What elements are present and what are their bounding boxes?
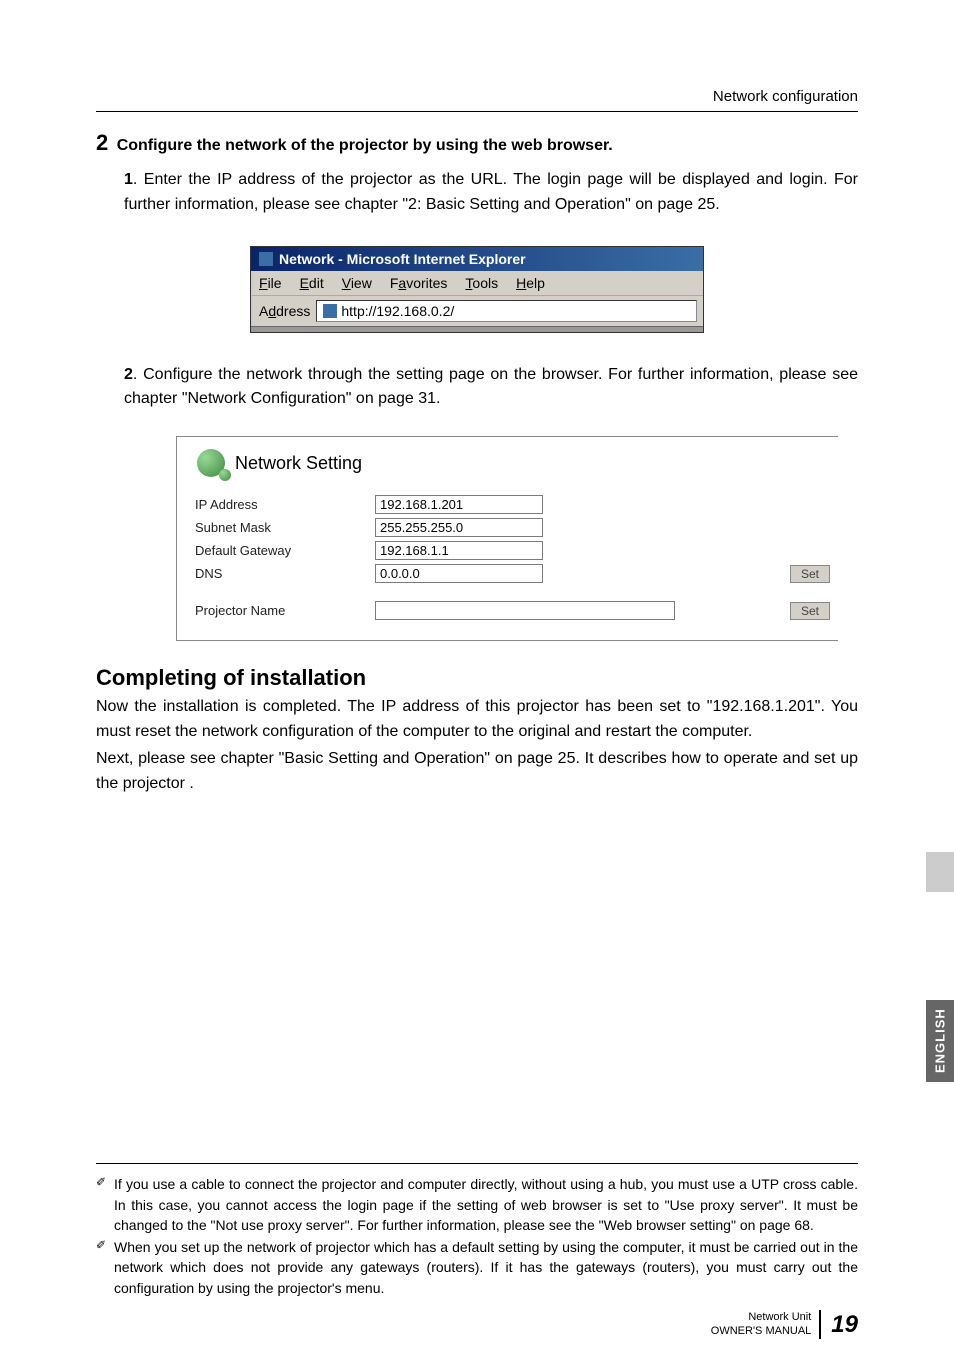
- ie-menu-help[interactable]: Help: [516, 275, 545, 291]
- step2-text: Configure the network of the projector b…: [117, 137, 613, 154]
- ie-browser-window: Network - Microsoft Internet Explorer Fi…: [250, 246, 704, 333]
- input-default-gateway[interactable]: [375, 541, 543, 560]
- panel-title-text: Network Setting: [235, 453, 362, 474]
- side-tab-inactive: [926, 852, 954, 892]
- row-subnet: Subnet Mask: [195, 518, 830, 537]
- completing-para-1: Now the installation is completed. The I…: [96, 695, 858, 745]
- panel-title-row: Network Setting: [195, 449, 830, 477]
- footer-line-1: Network Unit: [711, 1310, 812, 1324]
- substep-2: 2. Configure the network through the set…: [124, 363, 858, 413]
- ie-menu-favorites[interactable]: Favorites: [390, 275, 448, 291]
- substep-2-number: 2: [124, 366, 133, 383]
- row-dns: DNS Set: [195, 564, 830, 583]
- footnotes-block: If you use a cable to connect the projec…: [96, 1163, 858, 1300]
- input-dns[interactable]: [375, 564, 543, 583]
- label-ip-address: IP Address: [195, 497, 375, 512]
- set-button-name[interactable]: Set: [790, 602, 830, 620]
- ie-url-text: http://192.168.0.2/: [341, 303, 454, 319]
- ie-menu-edit[interactable]: Edit: [300, 275, 324, 291]
- substep-2-body: Configure the network through the settin…: [124, 366, 858, 408]
- label-subnet-mask: Subnet Mask: [195, 520, 375, 535]
- row-projector-name: Projector Name Set: [195, 601, 830, 620]
- ie-address-label: Address: [259, 303, 310, 319]
- set-button-network[interactable]: Set: [790, 565, 830, 583]
- input-ip-address[interactable]: [375, 495, 543, 514]
- row-gateway: Default Gateway: [195, 541, 830, 560]
- label-dns: DNS: [195, 566, 375, 581]
- input-subnet-mask[interactable]: [375, 518, 543, 537]
- completing-heading: Completing of installation: [96, 665, 858, 691]
- ie-address-input[interactable]: http://192.168.0.2/: [316, 300, 697, 322]
- ie-window-title: Network - Microsoft Internet Explorer: [279, 251, 526, 267]
- ie-menu-tools[interactable]: Tools: [465, 275, 498, 291]
- footer-line-2: OWNER'S MANUAL: [711, 1324, 812, 1338]
- header-section-title: Network configuration: [96, 88, 858, 112]
- network-icon: [197, 449, 225, 477]
- ie-menubar: File Edit View Favorites Tools Help: [251, 271, 703, 295]
- label-default-gateway: Default Gateway: [195, 543, 375, 558]
- network-setting-panel: Network Setting IP Address Subnet Mask D…: [176, 436, 838, 641]
- input-projector-name[interactable]: [375, 601, 675, 620]
- ie-menu-file[interactable]: File: [259, 275, 282, 291]
- substep-1-body: Enter the IP address of the projector as…: [124, 171, 858, 213]
- step2-number: 2: [96, 130, 108, 155]
- ie-app-icon: [259, 252, 273, 266]
- page-number: 19: [831, 1309, 858, 1340]
- completing-para-2: Next, please see chapter "Basic Setting …: [96, 747, 858, 797]
- label-projector-name: Projector Name: [195, 603, 375, 618]
- step2-heading: 2 Configure the network of the projector…: [96, 130, 858, 156]
- ie-page-icon: [323, 304, 337, 318]
- ie-address-bar: Address http://192.168.0.2/: [251, 295, 703, 326]
- ie-bottom-bar: [251, 326, 703, 332]
- substep-1-number: 1: [124, 171, 133, 188]
- substep-1: 1. Enter the IP address of the projector…: [124, 168, 858, 218]
- page-footer: Network Unit OWNER'S MANUAL 19: [711, 1309, 858, 1340]
- footnote-2: When you set up the network of projector…: [96, 1237, 858, 1298]
- ie-titlebar: Network - Microsoft Internet Explorer: [251, 247, 703, 271]
- footnote-1: If you use a cable to connect the projec…: [96, 1174, 858, 1235]
- side-tab-language: ENGLISH: [926, 1000, 954, 1082]
- ie-menu-view[interactable]: View: [342, 275, 372, 291]
- row-ip: IP Address: [195, 495, 830, 514]
